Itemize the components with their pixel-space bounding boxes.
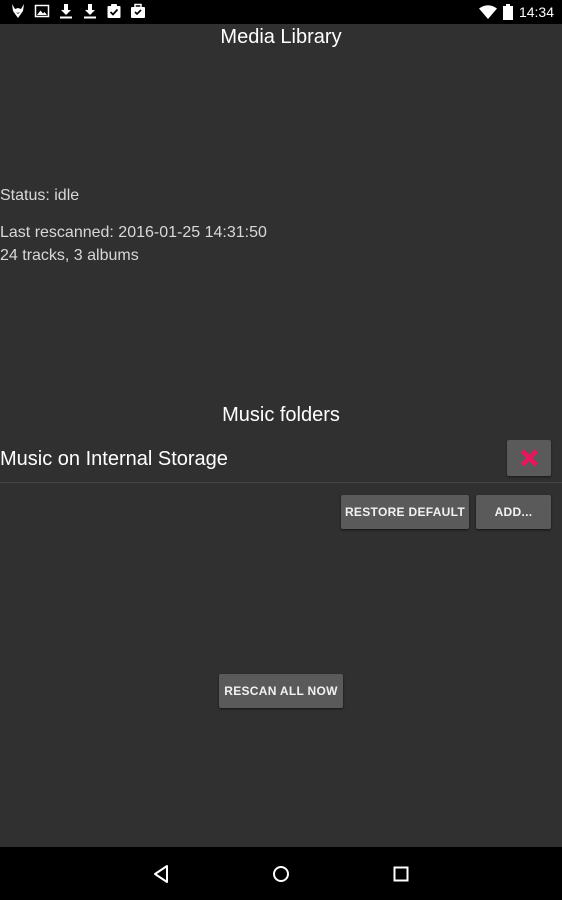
page-title: Media Library: [220, 26, 342, 48]
fox-icon: [12, 4, 24, 18]
briefcase-icon: [131, 3, 145, 18]
battery-icon: [502, 4, 513, 20]
last-rescanned: Last rescanned: 2016-01-25 14:31:50: [0, 224, 267, 241]
wifi-icon: [478, 5, 497, 19]
media-library-screen: 14:34 Media Library Status: idle Last re…: [0, 0, 562, 900]
status-bar: 14:34: [0, 0, 562, 24]
rescan-all-button[interactable]: RESCAN ALL NOW: [219, 674, 343, 708]
home-icon[interactable]: [270, 863, 292, 885]
music-folders-title: Music folders: [222, 404, 340, 426]
close-icon: [520, 449, 538, 467]
add-folder-button[interactable]: ADD...: [476, 495, 551, 529]
folder-row: Music on Internal Storage: [0, 438, 562, 483]
navigation-bar: [0, 847, 562, 900]
system-icons: 14:34: [478, 0, 554, 24]
download-icon: [60, 4, 72, 19]
back-icon[interactable]: [151, 863, 173, 885]
library-counts: 24 tracks, 3 albums: [0, 247, 139, 264]
clock: 14:34: [518, 4, 554, 20]
clipboard-check-icon: [107, 4, 121, 18]
image-icon: [34, 4, 50, 18]
restore-default-button[interactable]: RESTORE DEFAULT: [341, 495, 469, 529]
library-status: Status: idle: [0, 187, 80, 204]
remove-folder-button[interactable]: [507, 440, 551, 476]
notification-icons: [10, 3, 146, 19]
recents-icon[interactable]: [390, 863, 412, 885]
folder-name: Music on Internal Storage: [0, 448, 228, 470]
download-icon: [84, 4, 96, 19]
